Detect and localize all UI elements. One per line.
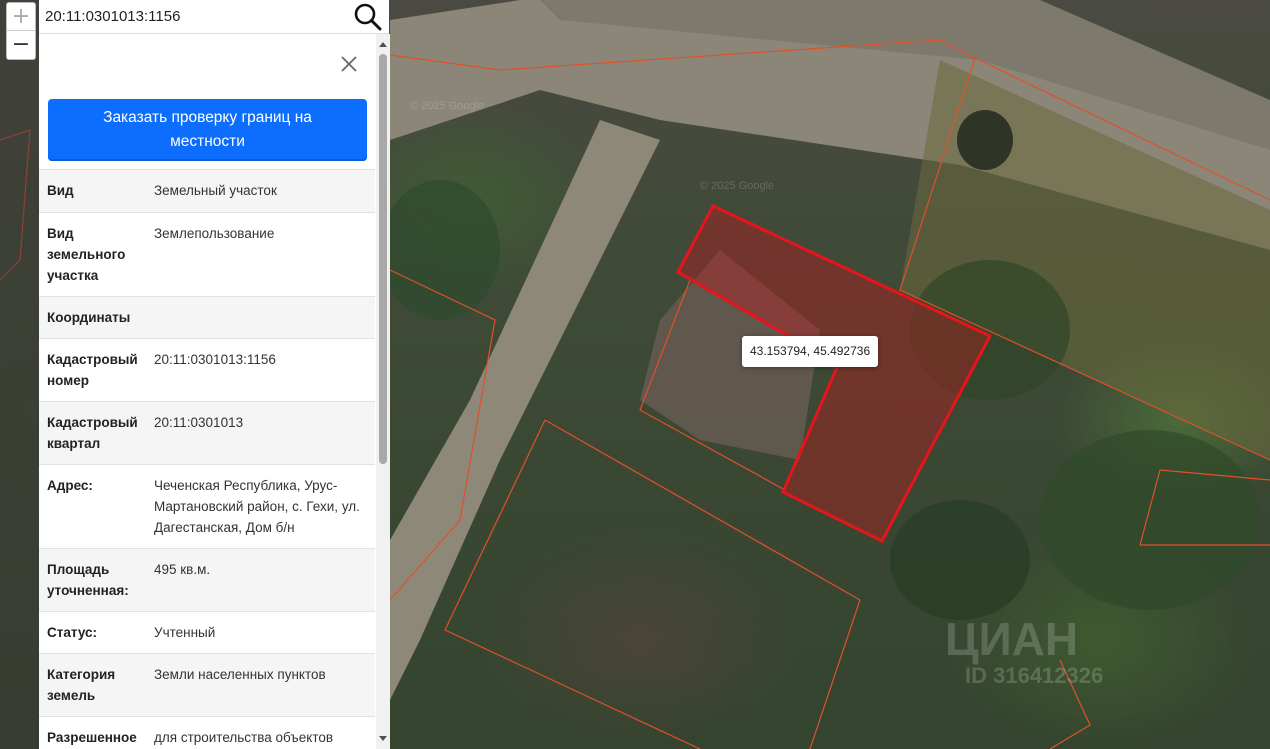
parcel-info-panel: Заказать проверку границ на местности Ви… (39, 34, 390, 749)
property-value: Чеченская Республика, Урус-Мартановский … (154, 478, 360, 535)
zoom-in-button[interactable]: + (7, 3, 35, 31)
search-input[interactable] (39, 1, 339, 32)
property-label: Площадь уточненная: (47, 562, 129, 598)
search-icon[interactable] (353, 2, 383, 32)
map-watermark: © 2025 Google (410, 100, 485, 112)
order-boundary-check-button[interactable]: Заказать проверку границ на местности (48, 99, 367, 161)
tree-canopy (1040, 430, 1260, 610)
property-value: Земли населенных пунктов (154, 667, 326, 682)
close-icon[interactable] (339, 54, 359, 74)
panel-scrollbar[interactable] (376, 34, 390, 749)
property-label: Координаты (47, 310, 131, 325)
scrollbar-thumb[interactable] (379, 54, 387, 464)
scroll-down-arrow-icon[interactable] (376, 731, 390, 745)
property-row: Статус: Учтенный (39, 611, 375, 653)
search-bar (39, 0, 389, 34)
map-watermark: © 2025 Google (700, 180, 775, 192)
tree-canopy (890, 500, 1030, 620)
property-row: Разрешенное для строительства объектов (39, 716, 375, 749)
property-value: Землепользование (154, 226, 275, 241)
property-value[interactable]: 20:11:0301013:1156 (154, 349, 367, 401)
parcel-properties-table: Вид Земельный участок Вид земельного уча… (39, 169, 375, 749)
tree-canopy (380, 180, 500, 320)
property-label: Кадастровый квартал (47, 415, 138, 451)
scroll-up-arrow-icon[interactable] (376, 38, 390, 52)
zoom-control: + − (6, 2, 36, 60)
property-value: 495 кв.м. (154, 562, 211, 577)
property-row: Кадастровый квартал 20:11:0301013 (39, 401, 375, 464)
listing-id-watermark: ID 316412326 (965, 663, 1104, 688)
property-label: Разрешенное (47, 730, 137, 745)
property-row: Площадь уточненная: 495 кв.м. (39, 548, 375, 611)
property-value (154, 307, 367, 338)
tree-canopy (957, 110, 1013, 170)
property-row: Координаты (39, 296, 375, 338)
property-label: Вид земельного участка (47, 226, 126, 283)
property-label: Кадастровый номер (47, 352, 138, 388)
property-label: Статус: (47, 625, 97, 640)
zoom-out-button[interactable]: − (7, 31, 35, 59)
cian-watermark: ЦИАН (945, 613, 1079, 665)
coordinate-tooltip: 43.153794, 45.492736 (742, 336, 879, 367)
property-value[interactable]: 20:11:0301013 (154, 412, 367, 464)
property-row: Кадастровый номер 20:11:0301013:1156 (39, 338, 375, 401)
left-shadow (0, 0, 40, 749)
property-value: Учтенный (154, 625, 216, 640)
property-label: Вид (47, 183, 74, 198)
property-label: Адрес: (47, 478, 93, 493)
property-row: Вид Земельный участок (39, 169, 375, 212)
property-row: Категория земель Земли населенных пункто… (39, 653, 375, 716)
property-value: Земельный участок (154, 183, 277, 198)
property-label: Категория земель (47, 667, 116, 703)
property-row: Адрес: Чеченская Республика, Урус-Мартан… (39, 464, 375, 548)
property-row: Вид земельного участка Землепользование (39, 212, 375, 296)
property-value: для строительства объектов (154, 730, 334, 745)
